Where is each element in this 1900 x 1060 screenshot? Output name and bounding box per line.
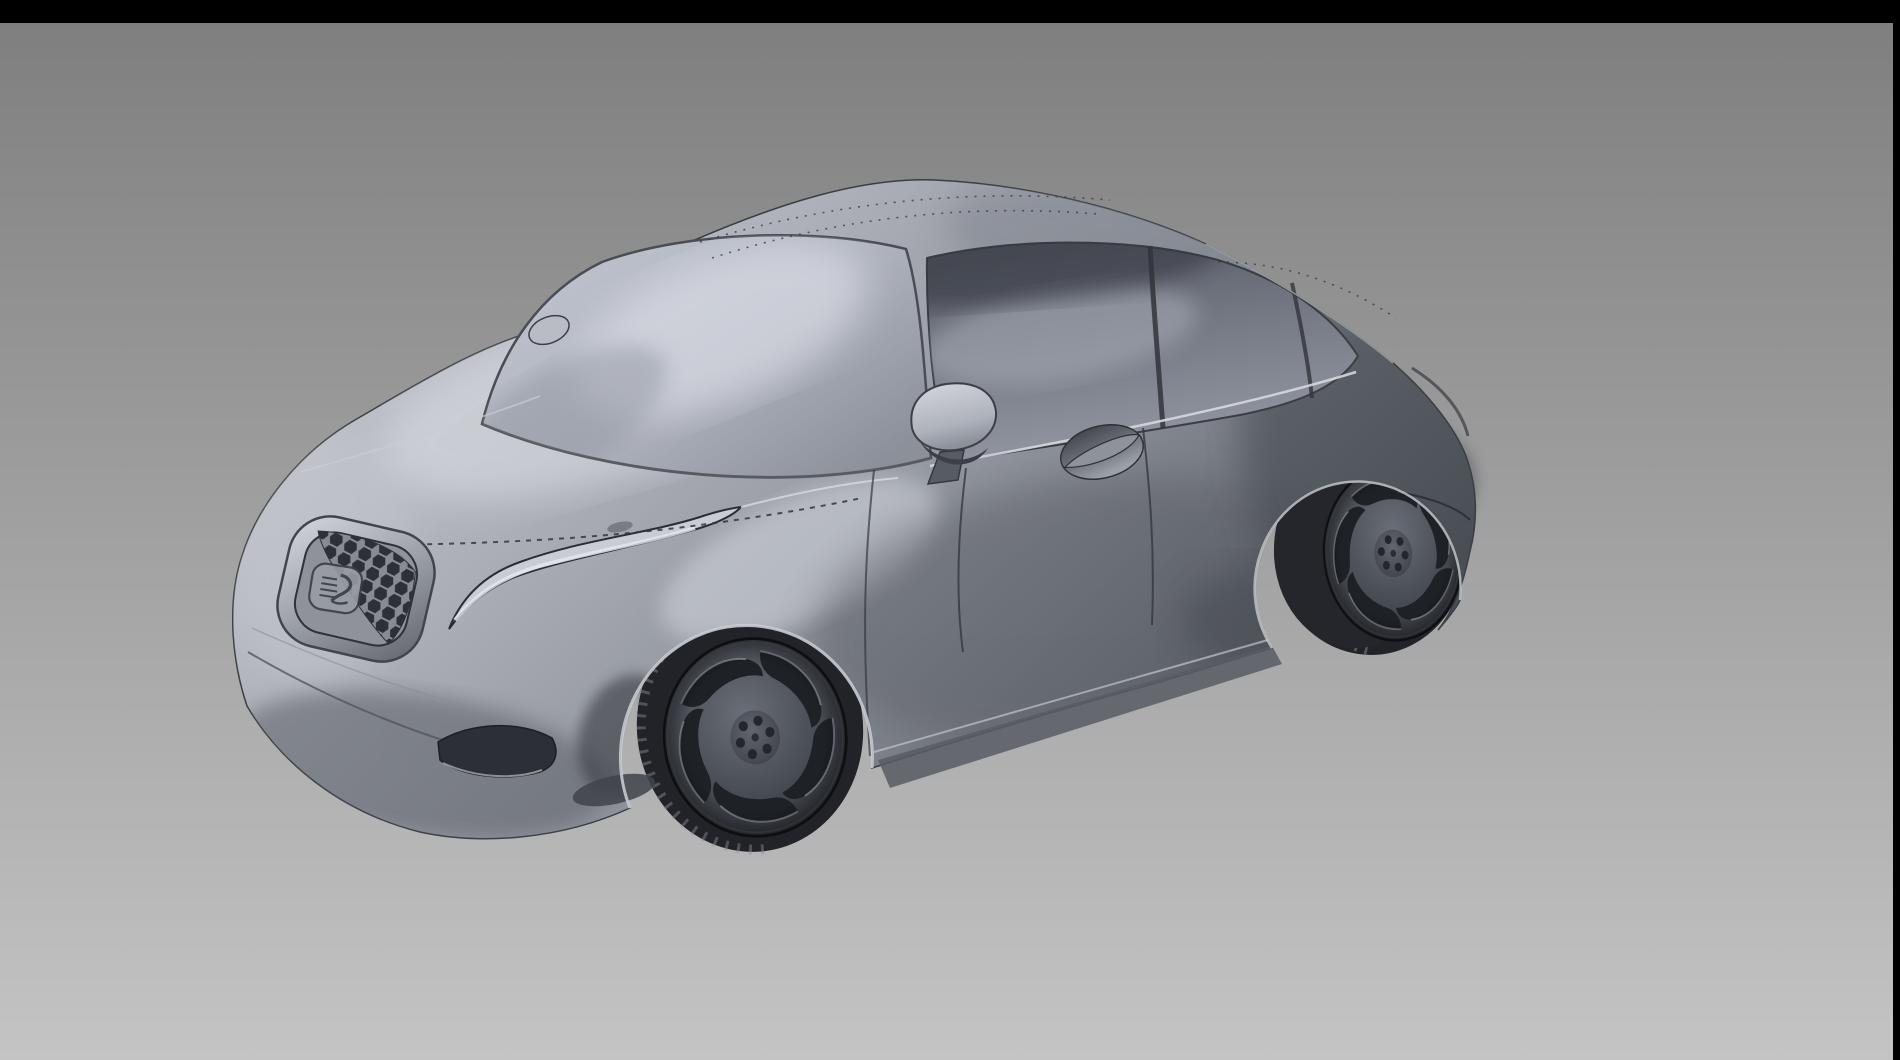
right-black-bar: [1893, 23, 1900, 1060]
render-viewport[interactable]: [0, 23, 1893, 1060]
car-3d-model: [209, 150, 1580, 886]
top-black-bar: [0, 0, 1900, 23]
seat-logo-icon: [307, 562, 364, 615]
application-window: [0, 0, 1900, 1060]
mirror-housing: [911, 383, 996, 450]
car-render-canvas: [0, 23, 1893, 1060]
